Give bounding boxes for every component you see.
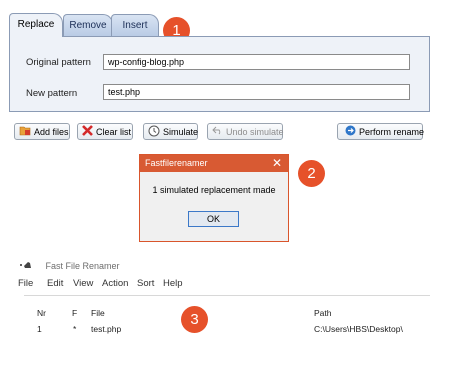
menu-action[interactable]: Action	[102, 278, 128, 289]
dialog-titlebar: Fastfilerenamer ✕	[140, 155, 288, 172]
undo-icon	[212, 126, 223, 137]
col-header-file[interactable]: File	[91, 308, 105, 318]
add-files-button[interactable]: Add files	[14, 123, 70, 140]
result-dialog: Fastfilerenamer ✕ 1 simulated replacemen…	[139, 154, 289, 242]
tab-replace[interactable]: Replace	[9, 13, 63, 37]
new-pattern-input[interactable]: test.php	[103, 84, 410, 100]
clear-list-icon	[82, 125, 93, 138]
add-files-icon	[19, 125, 31, 138]
simulate-icon	[148, 125, 160, 139]
app-title-text: Fast File Renamer	[45, 261, 120, 271]
cell-file: test.php	[91, 324, 122, 334]
perform-rename-icon	[345, 125, 356, 138]
close-icon[interactable]: ✕	[272, 156, 282, 170]
app-icon	[19, 259, 37, 272]
col-header-nr[interactable]: Nr	[37, 308, 46, 318]
col-header-path[interactable]: Path	[314, 308, 332, 318]
menu-file[interactable]: File	[18, 278, 33, 289]
cell-f: *	[73, 324, 77, 334]
simulate-button[interactable]: Simulate	[143, 123, 198, 140]
app-titlebar: Fast File Renamer	[19, 258, 120, 271]
step-badge-2: 2	[298, 160, 325, 187]
menu-edit[interactable]: Edit	[47, 278, 63, 289]
renamer-panel: Replace Remove Insert Original pattern w…	[0, 0, 450, 148]
replace-tab-panel: Original pattern wp-config-blog.php New …	[9, 36, 430, 112]
cell-path: C:\Users\HBS\Desktop\	[314, 324, 403, 334]
menu-bar: File Edit View Action Sort Help	[18, 278, 430, 292]
original-pattern-input[interactable]: wp-config-blog.php	[103, 54, 410, 70]
col-header-f[interactable]: F	[72, 308, 77, 318]
original-pattern-label: Original pattern	[26, 57, 91, 68]
tab-remove[interactable]: Remove	[63, 14, 113, 36]
new-pattern-label: New pattern	[26, 88, 78, 99]
dialog-title: Fastfilerenamer	[145, 158, 208, 168]
step-badge-3: 3	[181, 306, 208, 333]
menu-sort[interactable]: Sort	[137, 278, 154, 289]
ok-button[interactable]: OK	[188, 211, 239, 227]
menu-help[interactable]: Help	[163, 278, 183, 289]
perform-rename-button[interactable]: Perform rename	[337, 123, 424, 140]
undo-simulate-button[interactable]: Undo simulate	[207, 123, 284, 140]
dialog-message: 1 simulated replacement made	[152, 185, 276, 195]
tab-insert[interactable]: Insert	[111, 14, 159, 36]
menu-view[interactable]: View	[73, 278, 93, 289]
clear-list-button[interactable]: Clear list	[77, 123, 133, 140]
cell-nr: 1	[37, 324, 42, 334]
file-list: Nr F File Path 1 * test.php C:\Users\HBS…	[24, 295, 430, 353]
